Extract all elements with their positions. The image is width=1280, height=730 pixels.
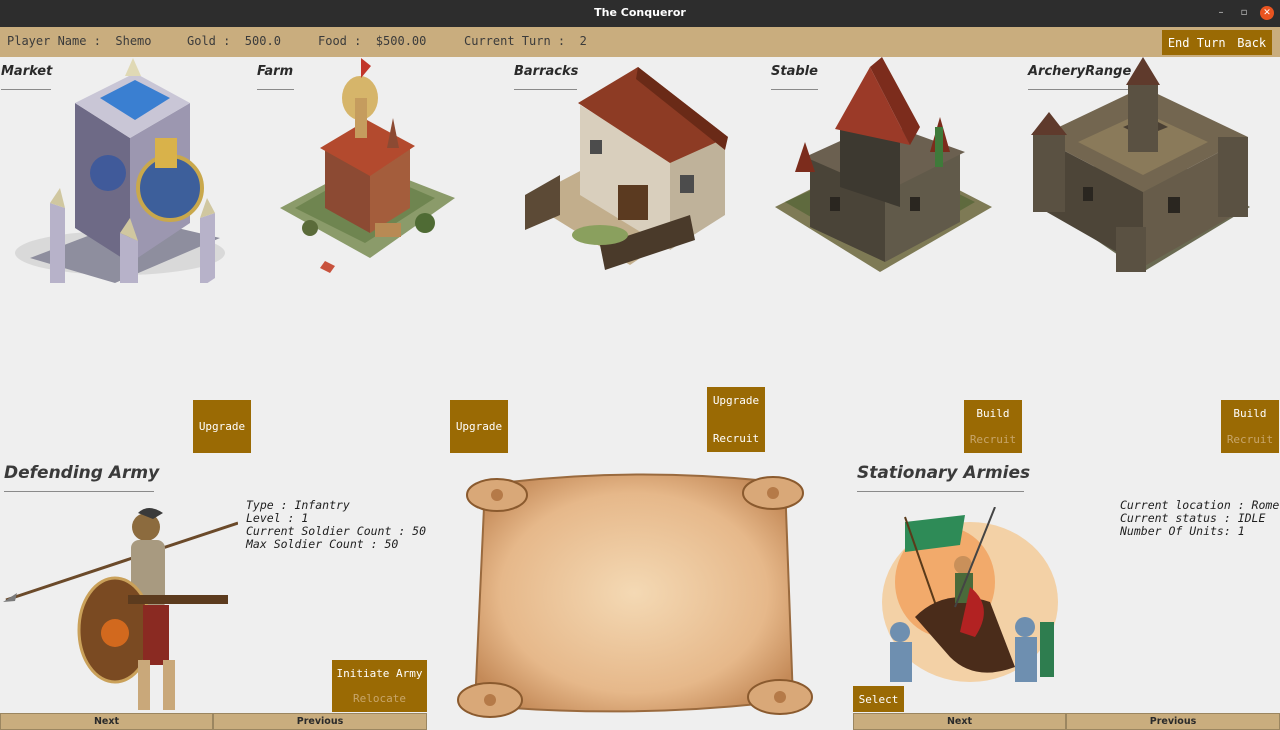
- player-name-label: Player Name : Shemo: [7, 34, 152, 48]
- gold-label: Gold : 500.0: [187, 34, 281, 48]
- archery-range-build-button[interactable]: Build: [1227, 407, 1273, 420]
- relocate-button[interactable]: Relocate: [336, 692, 422, 705]
- stable-recruit-button[interactable]: Recruit: [970, 433, 1016, 446]
- stable-actions: Build Recruit: [964, 400, 1022, 453]
- max-soldier-count-label: Max Soldier Count : 50: [246, 537, 399, 551]
- market-upgrade-button[interactable]: Upgrade: [193, 400, 251, 453]
- maximize-icon[interactable]: ▫: [1237, 6, 1251, 20]
- farm-building-image: [280, 58, 455, 273]
- cavalry-army-image: [882, 507, 1058, 682]
- archery-range-title: ArcheryRange: [1028, 64, 1132, 79]
- market-building-image: [15, 58, 225, 283]
- archery-range-building-image: [1031, 57, 1250, 272]
- stationary-armies-underline: [857, 491, 1024, 492]
- market-upgrade-label: Upgrade: [198, 420, 246, 433]
- farm-upgrade-label: Upgrade: [455, 420, 503, 433]
- stationary-armies-title: Stationary Armies: [857, 463, 1031, 483]
- close-icon[interactable]: ✕: [1260, 6, 1274, 20]
- archery-range-recruit-button[interactable]: Recruit: [1227, 433, 1273, 446]
- end-turn-button[interactable]: End Turn: [1168, 36, 1226, 50]
- window-titlebar: The Conqueror – ▫ ✕: [0, 0, 1280, 27]
- defending-army-next-button[interactable]: Next: [0, 713, 213, 730]
- defending-army-title: Defending Army: [4, 463, 160, 483]
- minimize-icon[interactable]: –: [1214, 6, 1228, 20]
- turn-controls: End Turn Back: [1162, 30, 1272, 55]
- defending-army-previous-button[interactable]: Previous: [213, 713, 427, 730]
- defending-army-underline: [4, 491, 154, 492]
- stable-build-button[interactable]: Build: [970, 407, 1016, 420]
- archery-range-underline: [1028, 89, 1128, 90]
- barracks-upgrade-button[interactable]: Upgrade: [713, 394, 759, 407]
- barracks-building-image: [525, 67, 728, 270]
- window-title: The Conqueror: [594, 6, 686, 19]
- infantry-soldier-image: [3, 508, 238, 710]
- stationary-armies-next-button[interactable]: Next: [853, 713, 1066, 730]
- player-info-bar: Player Name : Shemo Gold : 500.0 Food : …: [0, 27, 1280, 57]
- select-army-button[interactable]: Select: [853, 686, 904, 712]
- back-button[interactable]: Back: [1237, 36, 1266, 50]
- food-label: Food : $500.00: [318, 34, 427, 48]
- defending-army-actions: Initiate Army Relocate: [332, 660, 427, 712]
- parchment-scroll-image: [457, 473, 813, 718]
- current-turn-label: Current Turn : 2: [464, 34, 587, 48]
- select-army-label: Select: [858, 692, 899, 706]
- barracks-recruit-button[interactable]: Recruit: [713, 432, 759, 445]
- farm-upgrade-button[interactable]: Upgrade: [450, 400, 508, 453]
- stationary-armies-previous-button[interactable]: Previous: [1066, 713, 1280, 730]
- number-of-units-label: Number Of Units: 1: [1120, 524, 1245, 538]
- initiate-army-button[interactable]: Initiate Army: [336, 667, 422, 680]
- barracks-actions: Upgrade Recruit: [707, 387, 765, 452]
- stable-building-image: [775, 57, 992, 272]
- archery-range-actions: Build Recruit: [1221, 400, 1279, 453]
